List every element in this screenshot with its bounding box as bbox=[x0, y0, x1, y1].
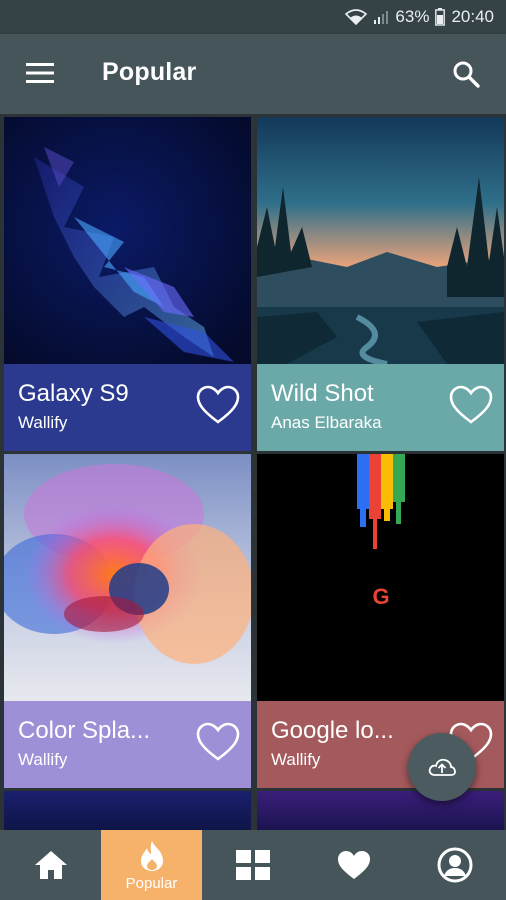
wallpaper-card[interactable]: Color Spla... Wallify bbox=[4, 454, 251, 788]
wallpaper-card[interactable] bbox=[4, 791, 251, 830]
card-info: Galaxy S9 Wallify bbox=[4, 364, 251, 451]
wallpaper-card[interactable]: Galaxy S9 Wallify bbox=[4, 117, 251, 451]
search-icon[interactable] bbox=[452, 60, 480, 88]
heart-icon[interactable] bbox=[195, 721, 241, 763]
card-info: Color Spla... Wallify bbox=[4, 701, 251, 788]
wallpaper-thumbnail[interactable] bbox=[4, 117, 251, 364]
bottom-navigation: Popular bbox=[0, 830, 506, 900]
wallpaper-card[interactable]: Wild Shot Anas Elbaraka bbox=[257, 117, 504, 451]
app-bar: Popular bbox=[0, 34, 506, 114]
grid-icon bbox=[235, 850, 270, 880]
nav-account[interactable] bbox=[404, 830, 506, 900]
wallpaper-thumbnail[interactable] bbox=[4, 454, 251, 701]
wallpaper-card[interactable] bbox=[257, 791, 504, 830]
card-info: Wild Shot Anas Elbaraka bbox=[257, 364, 504, 451]
wallpaper-thumbnail[interactable] bbox=[257, 117, 504, 364]
clock: 20:40 bbox=[451, 7, 494, 26]
nav-favorites[interactable] bbox=[303, 830, 404, 900]
wifi-icon bbox=[345, 9, 368, 25]
battery-icon bbox=[435, 8, 446, 26]
nav-home[interactable] bbox=[0, 830, 101, 900]
upload-fab[interactable] bbox=[408, 733, 476, 801]
status-bar: 63% 20:40 bbox=[0, 0, 506, 34]
svg-text:G: G bbox=[372, 584, 389, 609]
nav-popular-label: Popular bbox=[125, 874, 178, 892]
fire-icon bbox=[140, 840, 163, 871]
page-title: Popular bbox=[102, 58, 197, 86]
nav-popular[interactable]: Popular bbox=[101, 830, 202, 900]
battery-percent: 63% bbox=[395, 7, 430, 26]
wallpaper-card[interactable]: G Google lo... Wallify bbox=[257, 454, 504, 788]
home-icon bbox=[34, 851, 67, 879]
wallpaper-grid: Galaxy S9 Wallify Wild Shot Anas Elbarak… bbox=[0, 114, 506, 830]
heart-icon[interactable] bbox=[448, 384, 494, 426]
account-icon bbox=[437, 847, 473, 883]
signal-icon bbox=[374, 11, 389, 24]
wallpaper-thumbnail[interactable]: G bbox=[257, 454, 504, 701]
heart-icon[interactable] bbox=[195, 384, 241, 426]
nav-categories[interactable] bbox=[202, 830, 303, 900]
cloud-upload-icon bbox=[428, 758, 456, 776]
menu-icon[interactable] bbox=[26, 62, 54, 84]
favorite-icon bbox=[337, 851, 370, 879]
